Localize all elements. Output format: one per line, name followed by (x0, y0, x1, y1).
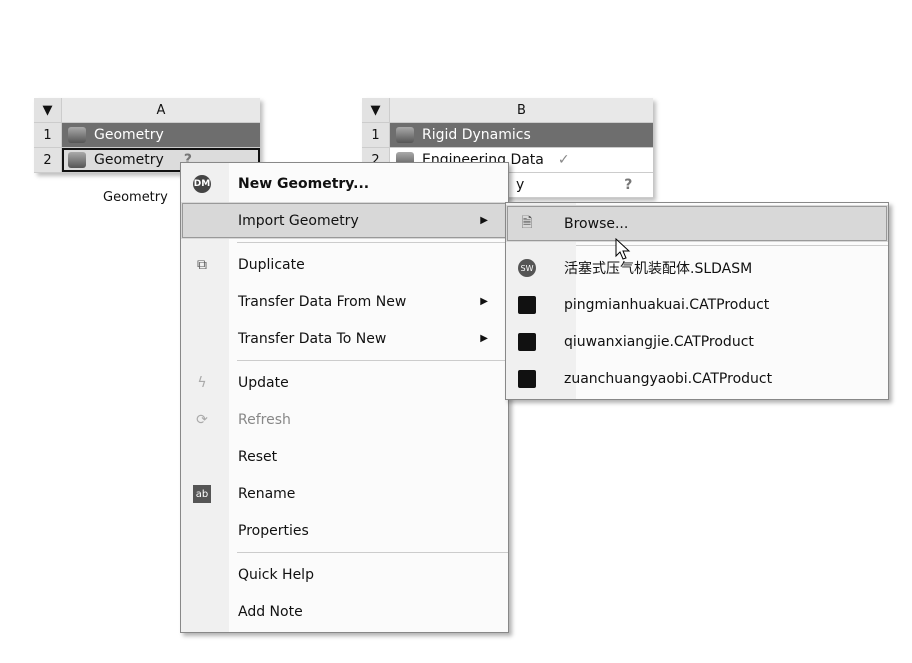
geometry-icon (68, 127, 86, 143)
row-index: 2 (34, 148, 62, 172)
submenu-arrow-icon: ▶ (480, 296, 488, 307)
menu-item-properties[interactable]: Properties (181, 512, 508, 549)
collapse-icon[interactable]: ▼ (362, 98, 390, 122)
cell-label: y (516, 177, 525, 193)
menu-item-refresh[interactable]: ⟳ Refresh (181, 401, 508, 438)
menu-label: Properties (238, 522, 309, 539)
cell-label: Geometry (94, 152, 164, 168)
refresh-icon: ⟳ (196, 412, 208, 428)
menu-item-quick-help[interactable]: Quick Help (181, 556, 508, 593)
submenu-arrow-icon: ▶ (480, 215, 488, 226)
duplicate-icon: ⧉ (197, 257, 207, 273)
menu-item-duplicate[interactable]: ⧉ Duplicate (181, 246, 508, 283)
menu-item-rename[interactable]: ab Rename (181, 475, 508, 512)
cell-label: Geometry (94, 127, 164, 143)
recent-file-item[interactable]: qiuwanxiangjie.CATProduct (506, 323, 888, 360)
cell-row[interactable]: 1 Geometry (34, 123, 260, 148)
menu-label: qiuwanxiangjie.CATProduct (564, 333, 754, 350)
solidworks-icon: SW (518, 259, 536, 277)
menu-item-browse[interactable]: 🗎 Browse... (506, 205, 888, 242)
browse-file-icon: 🗎 (521, 215, 533, 231)
context-menu: DM New Geometry... Import Geometry ▶ ⧉ Dupl… (180, 162, 509, 633)
check-icon: ✓ (557, 152, 570, 168)
column-header: A (62, 98, 260, 122)
menu-label: Browse... (564, 215, 629, 232)
row-index: 1 (362, 123, 390, 147)
menu-label: Transfer Data To New (238, 330, 387, 347)
menu-label: Import Geometry (238, 212, 359, 229)
menu-item-add-note[interactable]: Add Note (181, 593, 508, 630)
menu-item-transfer-to-new[interactable]: Transfer Data To New ▶ (181, 320, 508, 357)
menu-label: Transfer Data From New (238, 293, 407, 310)
menu-item-reset[interactable]: Reset (181, 438, 508, 475)
import-geometry-submenu: 🗎 Browse... SW 活塞式压气机装配体.SLDASM pingmianhu… (505, 202, 889, 400)
catia-icon (518, 296, 536, 314)
column-header: B (390, 98, 653, 122)
menu-label: Refresh (238, 411, 291, 428)
cell-row[interactable]: 1 Rigid Dynamics (362, 123, 653, 148)
menu-label: Rename (238, 485, 296, 502)
rigid-dynamics-icon (396, 127, 414, 143)
menu-label: pingmianhuakuai.CATProduct (564, 296, 770, 313)
menu-item-update[interactable]: ϟ Update (181, 364, 508, 401)
collapse-icon[interactable]: ▼ (34, 98, 62, 122)
catia-icon (518, 370, 536, 388)
cell-label: Rigid Dynamics (422, 127, 531, 143)
recent-file-item[interactable]: zuanchuangyaobi.CATProduct (506, 360, 888, 397)
submenu-arrow-icon: ▶ (480, 333, 488, 344)
menu-label: zuanchuangyaobi.CATProduct (564, 370, 773, 387)
separator (237, 242, 508, 243)
system-caption[interactable]: Geometry (103, 190, 168, 205)
separator (237, 360, 508, 361)
recent-file-item[interactable]: pingmianhuakuai.CATProduct (506, 286, 888, 323)
dm-icon: DM (193, 175, 211, 193)
catia-icon (518, 333, 536, 351)
menu-label: Add Note (238, 603, 303, 620)
row-index: 1 (34, 123, 62, 147)
rename-icon: ab (193, 485, 211, 503)
menu-label: Duplicate (238, 256, 305, 273)
menu-label: 活塞式压气机装配体.SLDASM (564, 260, 753, 277)
menu-label: New Geometry... (238, 175, 370, 192)
separator (237, 552, 508, 553)
menu-label: Update (238, 374, 289, 391)
menu-item-new-geometry[interactable]: DM New Geometry... (181, 165, 508, 202)
menu-label: Quick Help (238, 566, 314, 583)
update-icon: ϟ (197, 375, 207, 391)
menu-item-import-geometry[interactable]: Import Geometry ▶ (181, 202, 508, 239)
recent-file-item[interactable]: SW 活塞式压气机装配体.SLDASM (506, 249, 888, 286)
geometry-icon (68, 152, 86, 168)
mouse-cursor-icon (615, 238, 631, 260)
menu-item-transfer-from-new[interactable]: Transfer Data From New ▶ (181, 283, 508, 320)
menu-label: Reset (238, 448, 278, 465)
status-icon: ? (624, 177, 633, 193)
